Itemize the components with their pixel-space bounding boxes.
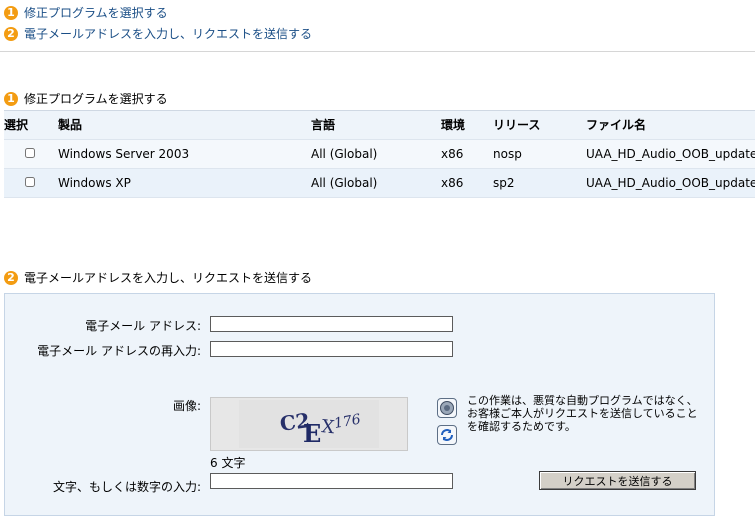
submit-request-button[interactable]: リクエストを送信する [539, 471, 696, 490]
captcha-image: C2 E X 176 [210, 397, 408, 451]
language-cell: All (Global) [311, 147, 378, 161]
release-cell: nosp [493, 147, 522, 161]
column-header-environment: 環境 [441, 118, 466, 132]
section-2-title: 電子メールアドレスを入力し、リクエストを送信する [24, 271, 313, 285]
table-row: Windows Server 2003 All (Global) x86 nos… [4, 140, 755, 169]
select-checkbox[interactable] [25, 148, 35, 158]
select-checkbox[interactable] [25, 177, 35, 187]
column-header-product: 製品 [58, 118, 83, 132]
toc-link-select-hotfix[interactable]: 修正プログラムを選択する [24, 6, 168, 20]
svg-text:E: E [303, 419, 321, 448]
environment-cell: x86 [441, 176, 464, 190]
environment-cell: x86 [441, 147, 464, 161]
captcha-input-label: 文字、もしくは数字の入力: [52, 480, 201, 494]
toc-item-select-hotfix: 1 修正プログラムを選択する [4, 4, 168, 21]
captcha-graphic: C2 E X 176 [239, 400, 379, 448]
table-row: Windows XP All (Global) x86 sp2 UAA_HD_A… [4, 169, 755, 198]
column-header-release: リリース [493, 118, 541, 132]
product-cell: Windows Server 2003 [58, 147, 190, 161]
toc-link-enter-email[interactable]: 電子メールアドレスを入力し、リクエストを送信する [24, 27, 312, 41]
divider [0, 51, 755, 52]
email-confirm-label: 電子メール アドレスの再入力: [37, 344, 201, 358]
refresh-captcha-button[interactable] [437, 425, 457, 445]
hotfix-table: 選択 製品 言語 環境 リリース ファイル名 Windows Server 20… [4, 110, 755, 198]
table-header-row: 選択 製品 言語 環境 リリース ファイル名 [4, 111, 755, 140]
audio-captcha-button[interactable] [437, 398, 457, 418]
column-header-select: 選択 [4, 118, 29, 132]
step-2-badge: 2 [4, 26, 18, 41]
column-header-language: 言語 [311, 118, 336, 132]
section-1-heading: 1 修正プログラムを選択する [4, 90, 168, 107]
request-form-panel: 電子メール アドレス: 電子メール アドレスの再入力: 画像: C2 E X 1… [4, 293, 715, 516]
image-label: 画像: [172, 399, 201, 413]
step-1-badge: 1 [4, 91, 18, 106]
filename-cell: UAA_HD_Audio_OOB_update [586, 147, 755, 161]
filename-cell: UAA_HD_Audio_OOB_update [586, 176, 755, 190]
release-cell: sp2 [493, 176, 515, 190]
language-cell: All (Global) [311, 176, 378, 190]
character-count: 6 文字 [210, 456, 246, 470]
email-confirm-field[interactable] [210, 341, 453, 357]
step-2-badge: 2 [4, 270, 18, 285]
section-1-title: 修正プログラムを選択する [24, 92, 168, 106]
captcha-input[interactable] [210, 473, 453, 489]
toc-item-enter-email: 2 電子メールアドレスを入力し、リクエストを送信する [4, 25, 312, 42]
section-2-heading: 2 電子メールアドレスを入力し、リクエストを送信する [4, 269, 312, 286]
speaker-icon [440, 401, 454, 415]
captcha-note: この作業は、悪質な自動プログラムではなく、お客様ご本人がリクエストを送信している… [467, 394, 698, 433]
step-1-badge: 1 [4, 5, 18, 20]
product-cell: Windows XP [58, 176, 131, 190]
refresh-icon [441, 429, 453, 441]
column-header-filename: ファイル名 [586, 118, 647, 132]
email-label: 電子メール アドレス: [85, 319, 201, 333]
email-field[interactable] [210, 316, 453, 332]
